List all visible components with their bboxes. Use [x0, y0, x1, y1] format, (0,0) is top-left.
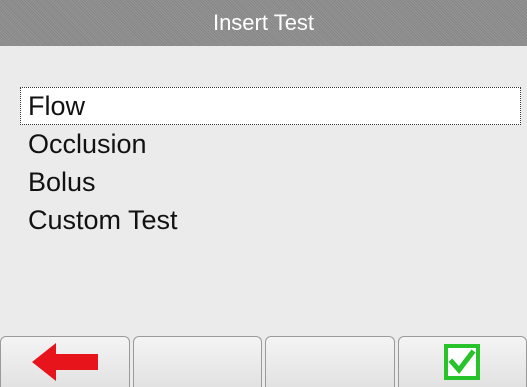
test-list-panel: Flow Occlusion Bolus Custom Test: [0, 46, 527, 336]
test-item-bolus[interactable]: Bolus: [20, 163, 521, 201]
test-list: Flow Occlusion Bolus Custom Test: [20, 87, 521, 239]
page-title: Insert Test: [212, 10, 315, 35]
bottom-toolbar: [0, 336, 527, 387]
test-item-occlusion[interactable]: Occlusion: [20, 125, 521, 163]
toolbar-button-2[interactable]: [132, 336, 262, 387]
checkbox-checked-icon: [444, 344, 481, 380]
back-button[interactable]: [0, 336, 130, 387]
back-arrow-icon: [31, 343, 98, 381]
test-item-flow[interactable]: Flow: [20, 87, 521, 125]
confirm-button[interactable]: [397, 336, 527, 387]
test-item-custom-test[interactable]: Custom Test: [20, 201, 521, 239]
title-bar: Insert Test: [0, 0, 527, 46]
toolbar-button-3[interactable]: [265, 336, 395, 387]
